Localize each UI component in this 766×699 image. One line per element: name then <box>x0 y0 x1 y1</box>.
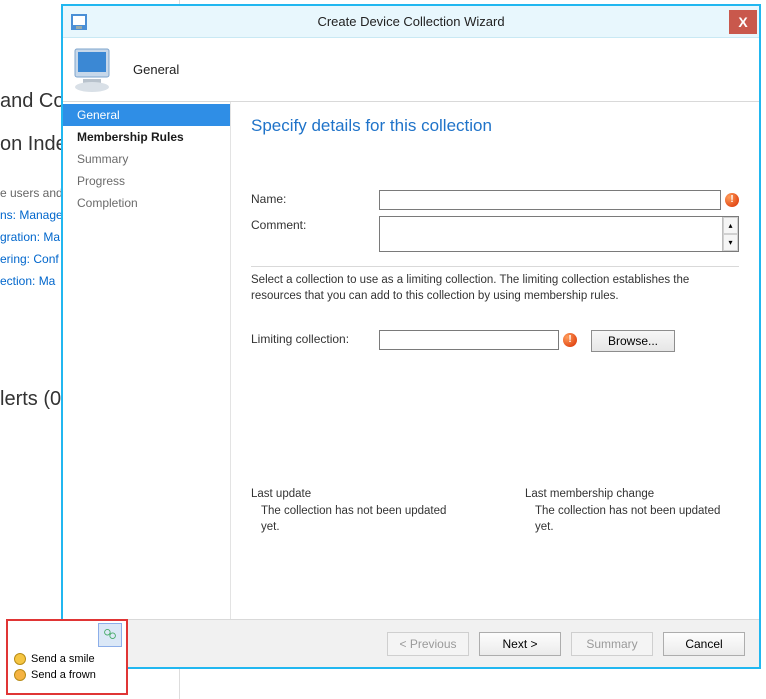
name-input[interactable] <box>379 190 721 210</box>
wizard-content: Specify details for this collection Name… <box>231 102 759 619</box>
cancel-button[interactable]: Cancel <box>663 632 745 656</box>
spin-up-button[interactable]: ▴ <box>723 217 738 234</box>
summary-button: Summary <box>571 632 653 656</box>
close-button[interactable]: X <box>729 10 757 34</box>
comment-input[interactable] <box>380 217 722 251</box>
last-update-label: Last update <box>251 488 465 500</box>
send-frown-item[interactable]: Send a frown <box>8 667 126 683</box>
divider <box>251 266 739 267</box>
send-frown-label: Send a frown <box>31 669 96 681</box>
nav-item-membership[interactable]: Membership Rules <box>63 126 230 148</box>
nav-item-progress[interactable]: Progress <box>63 170 230 192</box>
wizard-footer: < Previous Next > Summary Cancel <box>63 619 759 667</box>
wizard-window: Create Device Collection Wizard X Genera… <box>61 4 761 669</box>
limiting-input[interactable] <box>379 330 559 350</box>
comment-label: Comment: <box>251 216 379 232</box>
chevron-down-icon: ▾ <box>728 238 732 247</box>
feedback-icon <box>103 627 117 644</box>
nav-item-general[interactable]: General <box>63 104 230 126</box>
feedback-popup: Send a smile Send a frown <box>6 619 128 695</box>
limiting-hint: Select a collection to use as a limiting… <box>251 273 739 304</box>
window-title: Create Device Collection Wizard <box>93 14 729 29</box>
last-update-block: Last update The collection has not been … <box>251 488 465 535</box>
smile-icon <box>14 653 26 665</box>
next-button[interactable]: Next > <box>479 632 561 656</box>
header-title: General <box>133 62 179 77</box>
titlebar: Create Device Collection Wizard X <box>63 6 759 38</box>
wizard-nav: General Membership Rules Summary Progres… <box>63 102 231 619</box>
spin-down-button[interactable]: ▾ <box>723 234 738 251</box>
browse-button[interactable]: Browse... <box>591 330 675 352</box>
close-icon: X <box>738 14 747 30</box>
last-membership-value: The collection has not been updated yet. <box>525 504 725 535</box>
name-label: Name: <box>251 190 379 206</box>
send-smile-item[interactable]: Send a smile <box>8 651 126 667</box>
previous-button: < Previous <box>387 632 469 656</box>
header-strip: General <box>63 38 759 102</box>
error-icon: ! <box>563 333 577 347</box>
frown-icon <box>14 669 26 681</box>
computer-icon <box>71 47 121 93</box>
nav-item-completion[interactable]: Completion <box>63 192 230 214</box>
wizard-icon <box>71 14 87 30</box>
content-heading: Specify details for this collection <box>251 116 739 136</box>
feedback-launcher-button[interactable] <box>98 623 122 647</box>
comment-box: ▴ ▾ <box>379 216 739 252</box>
last-update-value: The collection has not been updated yet. <box>251 504 451 535</box>
limiting-label: Limiting collection: <box>251 330 379 346</box>
error-icon: ! <box>725 193 739 207</box>
last-membership-label: Last membership change <box>525 488 739 500</box>
nav-item-summary[interactable]: Summary <box>63 148 230 170</box>
send-smile-label: Send a smile <box>31 653 95 665</box>
chevron-up-icon: ▴ <box>728 221 732 230</box>
last-membership-block: Last membership change The collection ha… <box>525 488 739 535</box>
